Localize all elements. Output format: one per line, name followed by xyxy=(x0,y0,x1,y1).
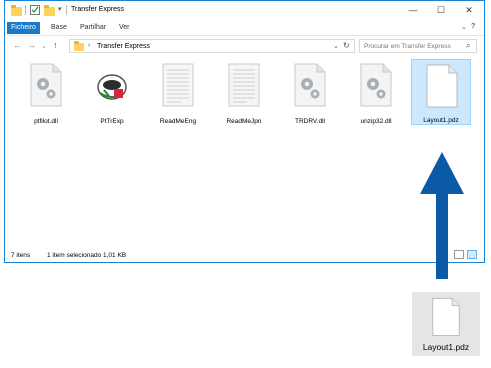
file-name: TRDRV.dll xyxy=(295,118,325,125)
divider xyxy=(25,5,26,15)
blank-doc-icon xyxy=(432,298,460,336)
folder-icon xyxy=(74,41,84,51)
file-name: ReadMeEng xyxy=(159,118,197,125)
ribbon-tabs: Ficheiro Base Partilhar Ver ⌄ ? xyxy=(5,19,484,36)
item-count: 7 itens xyxy=(11,252,31,259)
folder-icon xyxy=(11,5,22,16)
file-name: ReadMeJpn xyxy=(226,118,262,125)
file-name: unzip32.dll xyxy=(360,118,392,125)
dll-gear-icon xyxy=(360,63,392,107)
properties-icon[interactable] xyxy=(30,5,40,15)
file-item[interactable]: PtTrExp xyxy=(82,59,142,125)
search-icon[interactable]: ⌕ xyxy=(466,41,470,51)
file-item-selected[interactable]: Layout1.pdz xyxy=(411,59,471,125)
help-icon[interactable]: ? xyxy=(471,23,475,30)
blank-doc-icon xyxy=(426,64,458,108)
selection-info: 1 item selecionado 1,01 KB xyxy=(47,252,127,259)
tab-share[interactable]: Partilhar xyxy=(76,22,110,34)
file-item[interactable]: ptfilot.dll xyxy=(16,59,76,125)
maximize-button[interactable]: ☐ xyxy=(427,1,455,19)
search-input[interactable]: Procurar em Transfer Express ⌕ xyxy=(359,39,477,53)
file-item[interactable]: unzip32.dll xyxy=(346,59,406,125)
tab-view[interactable]: Ver xyxy=(115,22,134,34)
chevron-down-icon[interactable]: ⌄ xyxy=(333,42,339,50)
window-title: Transfer Express xyxy=(71,6,125,13)
status-bar: 7 itens 1 item selecionado 1,01 KB xyxy=(5,246,484,262)
title-bar[interactable]: ▾ Transfer Express — ☐ ✕ xyxy=(5,1,484,19)
forward-arrow-icon[interactable]: → xyxy=(27,40,36,50)
refresh-icon[interactable]: ↻ xyxy=(343,41,350,50)
file-item[interactable]: ReadMeJpn xyxy=(214,59,274,125)
explorer-window: ▾ Transfer Express — ☐ ✕ Ficheiro Base P… xyxy=(4,0,485,263)
close-button[interactable]: ✕ xyxy=(455,1,483,19)
divider xyxy=(66,5,67,15)
large-icons-view-icon[interactable] xyxy=(467,250,477,259)
file-item[interactable]: TRDRV.dll xyxy=(280,59,340,125)
drag-arrow-icon xyxy=(420,152,464,279)
text-doc-icon xyxy=(228,63,260,107)
chevron-down-icon[interactable]: ⌄ xyxy=(461,23,467,31)
file-name: Layout1.pdz xyxy=(422,342,470,352)
file-list: ptfilot.dll PtTrExp ReadMeEng ReadMeJpn … xyxy=(5,56,484,246)
address-path: Transfer Express xyxy=(97,43,151,50)
minimize-button[interactable]: — xyxy=(399,1,427,19)
tab-home[interactable]: Base xyxy=(47,22,71,34)
text-doc-icon xyxy=(162,63,194,107)
back-arrow-icon[interactable]: ← xyxy=(13,40,22,50)
recent-locations-icon[interactable]: ⌄ xyxy=(41,42,47,50)
file-item[interactable]: ReadMeEng xyxy=(148,59,208,125)
search-placeholder: Procurar em Transfer Express xyxy=(364,43,451,50)
address-bar: ← → ⌄ ↑ › Transfer Express ⌄ ↻ Procurar … xyxy=(5,36,484,56)
dll-gear-icon xyxy=(294,63,326,107)
app-icon xyxy=(97,74,127,100)
file-name: Layout1.pdz xyxy=(423,117,459,124)
up-arrow-icon[interactable]: ↑ xyxy=(53,40,58,50)
chevron-right-icon: › xyxy=(88,42,91,49)
new-folder-icon[interactable] xyxy=(44,5,55,16)
dragged-file[interactable]: Layout1.pdz xyxy=(412,292,480,356)
file-name: PtTrExp xyxy=(100,118,124,125)
tab-file[interactable]: Ficheiro xyxy=(7,22,40,34)
address-field[interactable]: › Transfer Express ⌄ ↻ xyxy=(69,39,355,53)
file-name: ptfilot.dll xyxy=(34,118,58,125)
dll-gear-icon xyxy=(30,63,62,107)
